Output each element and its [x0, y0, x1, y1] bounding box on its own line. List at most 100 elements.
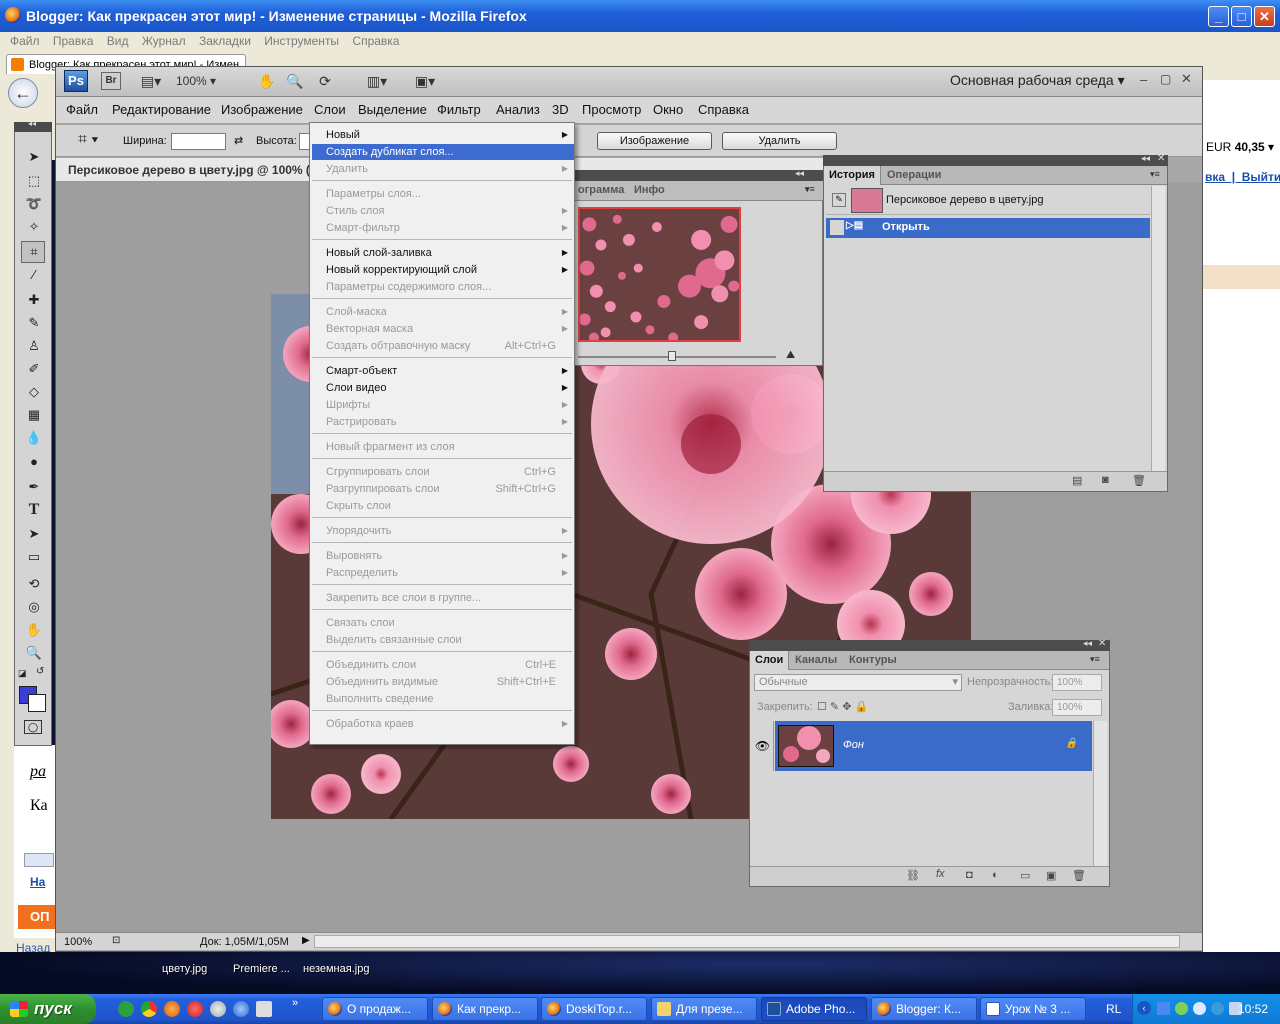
navigator-slider-handle[interactable] [668, 351, 676, 361]
tray-app-icon[interactable] [1193, 1002, 1206, 1015]
utorrent-icon[interactable] [118, 1001, 134, 1017]
ps-menu-file[interactable]: Файл [66, 102, 98, 117]
minimize-button[interactable]: _ [1208, 6, 1229, 27]
hand-tool-icon[interactable]: ✋ [24, 620, 44, 640]
swap-colors-icon[interactable]: ↺ [36, 666, 44, 677]
desktop-icon-label[interactable]: цветy.jpg [162, 963, 207, 975]
ps-menu-select[interactable]: Выделение [358, 102, 427, 117]
arrange-documents-icon[interactable]: ▥▾ [360, 71, 394, 91]
publish-button[interactable]: ОП [18, 905, 58, 929]
gradient-tool-icon[interactable]: ▦ [24, 405, 44, 425]
panel-menu-icon[interactable]: ▾≡ [1090, 654, 1100, 665]
blur-tool-icon[interactable]: 💧 [24, 428, 44, 448]
new-layer-icon[interactable]: ▣ [1046, 869, 1056, 882]
zoom-tool-icon[interactable]: 🔍 [24, 643, 44, 663]
screen-mode-icon[interactable]: ▣▾ [408, 71, 442, 91]
tray-app-icon[interactable] [1211, 1002, 1224, 1015]
dodge-tool-icon[interactable]: ● [24, 452, 44, 472]
ff-menu-tools[interactable]: Инструменты [264, 32, 339, 50]
panel-menu-icon[interactable]: ▾≡ [805, 184, 815, 195]
ps-menu-window[interactable]: Окно [653, 102, 683, 117]
taskbar-button[interactable]: Для презе... [651, 997, 757, 1021]
crop-tool-icon[interactable]: ⌗ [24, 242, 44, 262]
history-snapshot[interactable]: ✎ Персиковое дерево в цвету.jpg [826, 187, 1150, 215]
logout-link[interactable]: Выйти [1242, 170, 1280, 184]
media-player-icon[interactable] [210, 1001, 226, 1017]
menu-item-9[interactable]: Новый корректирующий слой ▶ [310, 262, 574, 278]
language-indicator[interactable]: RL [1106, 1002, 1121, 1016]
crop-tool-preset-icon[interactable]: ⌗ ▾ [78, 131, 98, 149]
navigator-zoom-slider[interactable] [578, 356, 776, 358]
menu-item-16[interactable]: Смарт-объект ▶ [310, 363, 574, 379]
taskbar-button[interactable]: Blogger: К... [871, 997, 977, 1021]
firefox-icon[interactable] [164, 1001, 180, 1017]
collapse-icon[interactable]: ◂◂ [1083, 638, 1092, 649]
default-colors-icon[interactable]: ◪ [18, 668, 27, 679]
close-button[interactable]: ✕ [1254, 6, 1275, 27]
panel-close-icon[interactable]: ✕ [1098, 638, 1106, 649]
tab-info[interactable]: Инфо [629, 181, 670, 200]
eyedropper-tool-icon[interactable]: ⁄ [24, 265, 44, 285]
menu-item-17[interactable]: Слои видео ▶ [310, 380, 574, 396]
network-icon[interactable] [1157, 1002, 1170, 1015]
taskbar-button[interactable]: DoskiTop.r... [541, 997, 647, 1021]
rectangle-tool-icon[interactable]: ▭ [24, 547, 44, 567]
quick-mask-icon[interactable]: ◯ [24, 720, 42, 734]
ps-menu-3d[interactable]: 3D [552, 102, 569, 117]
ps-maximize-icon[interactable]: ▢ [1160, 72, 1171, 86]
tab-layers[interactable]: Слои [750, 651, 790, 670]
pen-tool-icon[interactable]: ✒ [24, 477, 44, 497]
status-info-icon[interactable]: ⊡ [112, 935, 120, 946]
ps-close-icon[interactable]: ✕ [1181, 71, 1192, 87]
lasso-tool-icon[interactable]: ➰ [24, 194, 44, 214]
layers-scrollbar[interactable] [1093, 721, 1107, 866]
tray-app-icon[interactable] [1175, 1002, 1188, 1015]
horizontal-scrollbar[interactable] [314, 935, 1180, 948]
zoom-icon[interactable]: 🔍 [284, 71, 306, 91]
front-image-button[interactable]: Изображение [597, 132, 712, 150]
workspace-switcher[interactable]: Основная рабочая среда ▾ [950, 72, 1125, 89]
taskbar-button[interactable]: Урок № 3 ... [980, 997, 1086, 1021]
status-menu-icon[interactable]: ▶ [302, 935, 310, 946]
fx-icon[interactable]: fx [936, 868, 945, 880]
opera-icon[interactable] [187, 1001, 203, 1017]
menu-item-1[interactable]: Создать дубликат слоя... [312, 144, 574, 160]
zoom-level[interactable]: 100% ▾ [176, 73, 238, 90]
eye-icon[interactable]: 👁 [752, 721, 774, 771]
3d-rotate-tool-icon[interactable]: ⟲ [24, 574, 44, 594]
chrome-icon[interactable] [141, 1001, 157, 1017]
bridge-button[interactable]: Br [101, 72, 121, 90]
ps-menu-help[interactable]: Справка [698, 102, 749, 117]
tab-histogram[interactable]: ограмма [573, 181, 629, 200]
ff-menu-file[interactable]: Файл [10, 32, 40, 50]
taskbar-button-active[interactable]: Adobe Pho... [761, 997, 867, 1021]
camera-icon[interactable]: ◙ [1102, 474, 1109, 486]
trash-icon[interactable]: 🗑 [1132, 474, 1146, 487]
menu-item-8[interactable]: Новый слой-заливка ▶ [310, 245, 574, 261]
more-quicklaunch-icon[interactable]: » [292, 997, 298, 1009]
ff-menu-edit[interactable]: Правка [53, 32, 94, 50]
tab-actions[interactable]: Операции [882, 166, 946, 185]
blog-link-partial[interactable]: вка [1205, 170, 1225, 184]
layer-mask-icon[interactable]: ◘ [966, 869, 973, 881]
zoom-in-mountain-icon[interactable]: ⛰ [786, 349, 795, 362]
desktop-icon-label[interactable]: неземная.jpg [303, 963, 369, 975]
hand-icon[interactable]: ✋ [256, 71, 278, 91]
healing-brush-tool-icon[interactable]: ✚ [24, 290, 44, 310]
navigator-thumbnail[interactable] [578, 207, 741, 342]
3d-orbit-tool-icon[interactable]: ◎ [24, 597, 44, 617]
collapse-icon[interactable]: ◂◂ [795, 168, 804, 179]
history-step[interactable]: ▷▤ Открыть [826, 218, 1150, 238]
magic-wand-tool-icon[interactable]: ✧ [24, 217, 44, 237]
fill-field[interactable]: 100% [1052, 699, 1102, 716]
status-zoom[interactable]: 100% [64, 936, 92, 948]
taskbar-button[interactable]: О продаж... [322, 997, 428, 1021]
snapshot-source-icon[interactable]: ✎ [832, 193, 846, 207]
ps-menu-edit[interactable]: Редактирование [112, 102, 211, 117]
swap-icon[interactable]: ⇄ [234, 134, 243, 147]
ff-menu-bookmarks[interactable]: Закладки [199, 32, 251, 50]
history-brush-tool-icon[interactable]: ✐ [24, 359, 44, 379]
history-scrollbar[interactable] [1151, 186, 1165, 471]
ff-menu-help[interactable]: Справка [352, 32, 399, 50]
ff-menu-view[interactable]: Вид [107, 32, 129, 50]
